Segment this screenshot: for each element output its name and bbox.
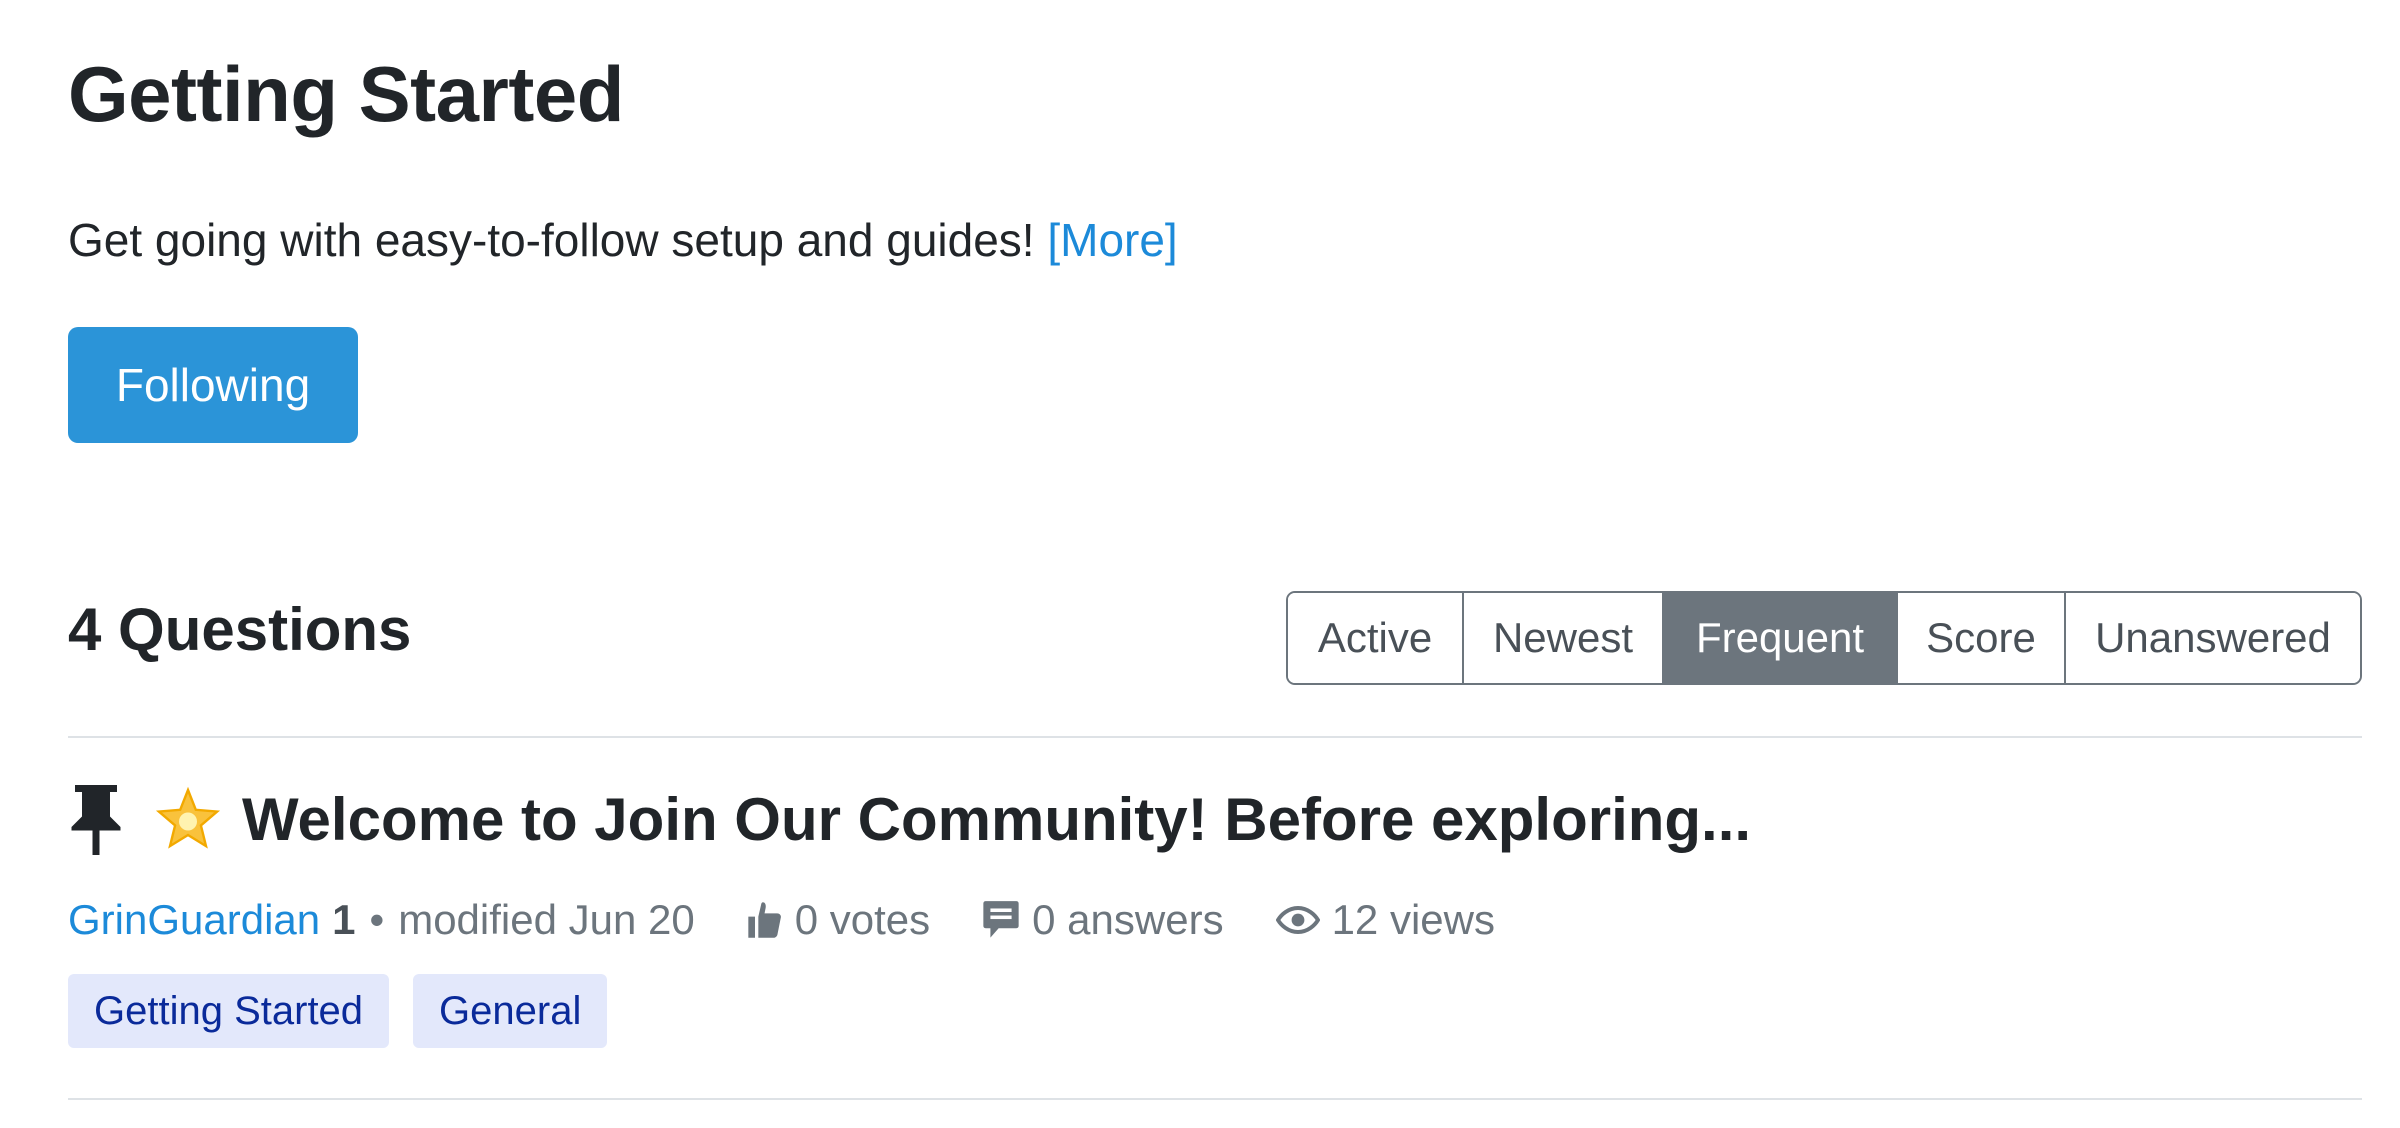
sort-frequent-button[interactable]: Frequent — [1664, 593, 1898, 683]
star-icon — [152, 784, 224, 856]
sort-score-button[interactable]: Score — [1898, 593, 2066, 683]
tag-description-text: Get going with easy-to-follow setup and … — [68, 214, 1035, 266]
divider — [68, 1098, 2362, 1100]
sort-newest-button[interactable]: Newest — [1464, 593, 1664, 683]
question-tags: Getting Started General — [68, 974, 631, 1048]
divider — [68, 736, 2362, 738]
answers-count: 0 answers — [1032, 896, 1224, 943]
more-link[interactable]: [More] — [1047, 214, 1177, 266]
views-count: 12 views — [1331, 896, 1495, 943]
votes-stat: 0 votes — [747, 892, 930, 948]
author-link[interactable]: GrinGuardian — [68, 892, 320, 948]
meta-separator: • — [369, 896, 385, 943]
question-title-row: Welcome to Join Our Community! Before ex… — [68, 780, 1751, 860]
tag-page: Getting Started Get going with easy-to-f… — [0, 0, 2400, 1128]
page-title: Getting Started — [68, 50, 624, 138]
views-stat: 12 views — [1275, 892, 1495, 948]
votes-count: 0 votes — [794, 896, 931, 943]
comment-icon — [983, 901, 1019, 938]
eye-icon — [1275, 905, 1320, 935]
questions-count: 4 Questions — [68, 596, 412, 663]
thumbs-up-icon — [748, 902, 781, 938]
author-reputation: 1 — [332, 896, 356, 943]
answers-stat: 0 answers — [982, 892, 1224, 948]
sort-button-group: Active Newest Frequent Score Unanswered — [1286, 591, 2362, 685]
question-title-link[interactable]: Welcome to Join Our Community! Before ex… — [242, 780, 1751, 860]
pin-icon — [68, 785, 124, 855]
question-meta: GrinGuardian 1 • modified Jun 20 0 votes… — [68, 892, 1495, 948]
modified-date: modified Jun 20 — [398, 896, 695, 943]
sort-active-button[interactable]: Active — [1288, 593, 1464, 683]
tag-badge[interactable]: Getting Started — [68, 974, 390, 1048]
tag-description: Get going with easy-to-follow setup and … — [68, 210, 1178, 270]
tag-badge[interactable]: General — [413, 974, 608, 1048]
sort-unanswered-button[interactable]: Unanswered — [2066, 593, 2360, 683]
following-button[interactable]: Following — [68, 327, 358, 443]
